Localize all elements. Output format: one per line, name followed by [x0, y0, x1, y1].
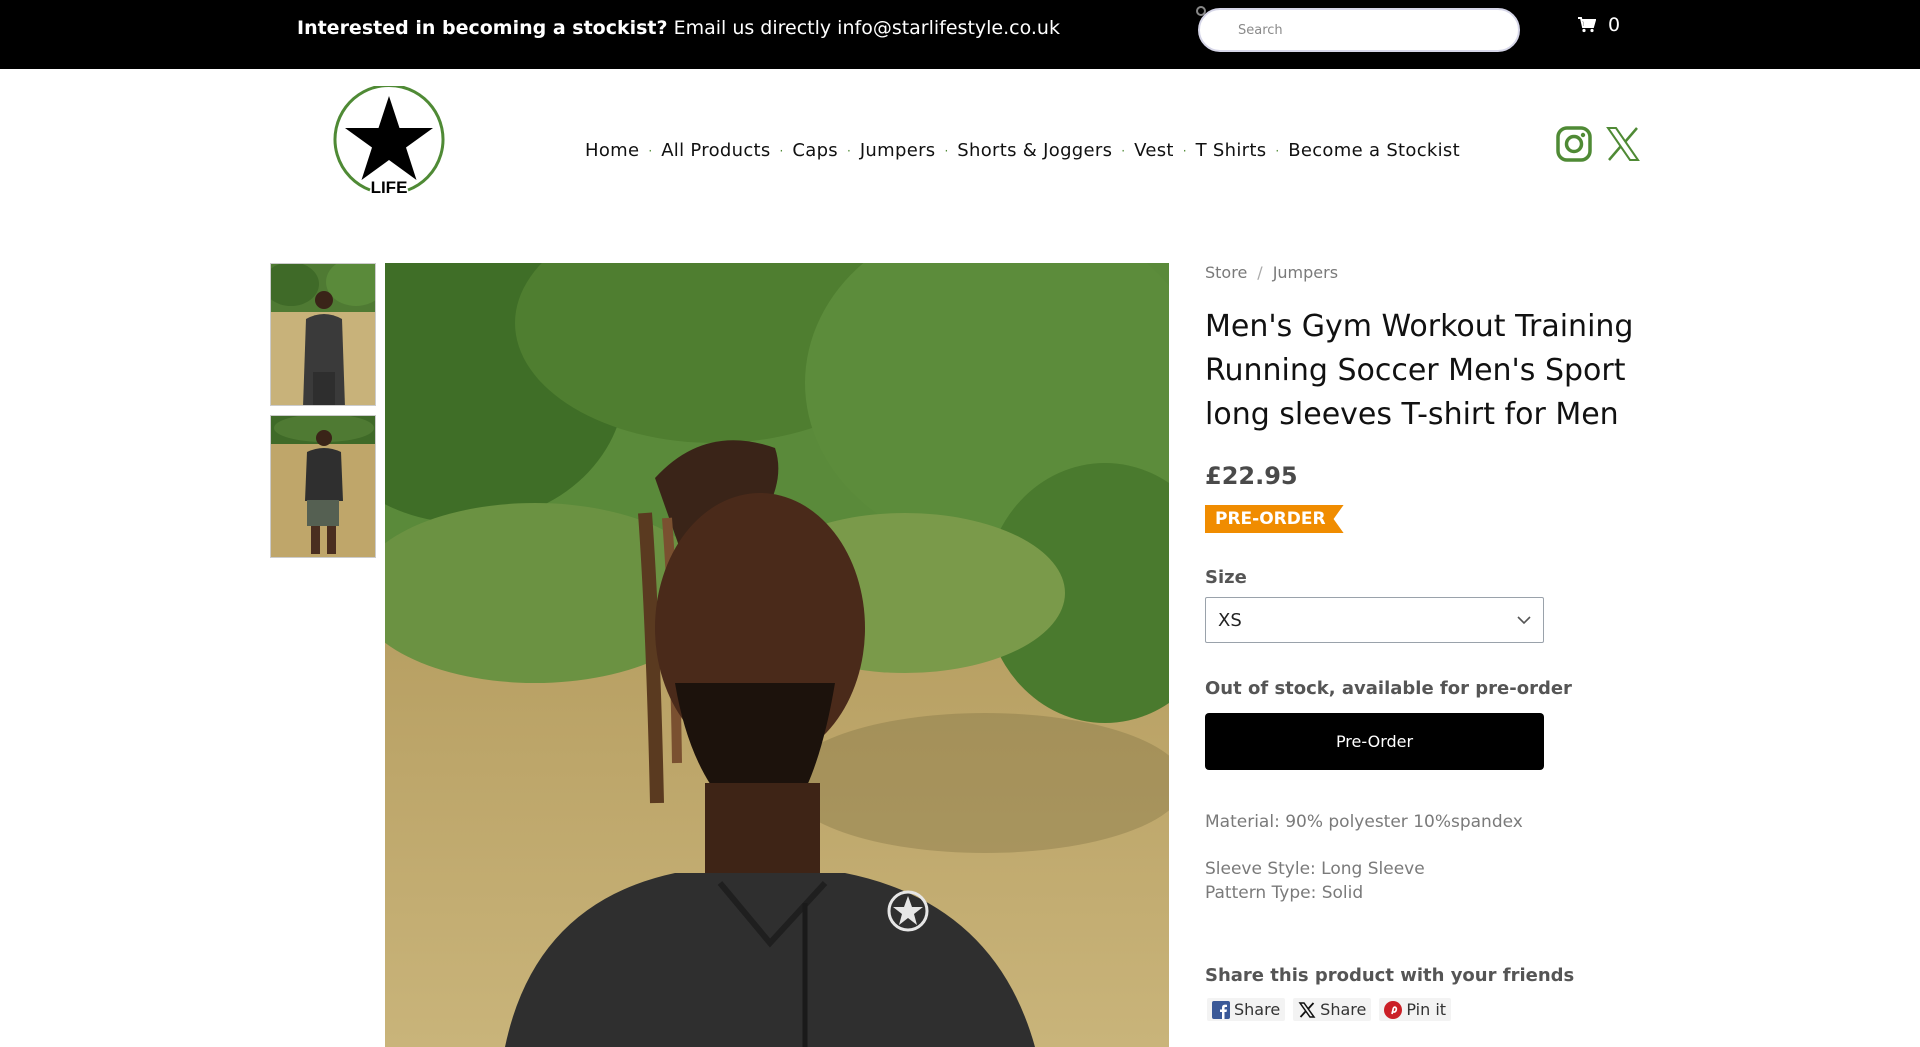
product-main-image[interactable] [385, 263, 1169, 1047]
x-twitter-icon[interactable] [1605, 125, 1641, 163]
product-title: Men's Gym Workout Training Running Socce… [1205, 309, 1634, 432]
nav-separator: · [846, 143, 851, 158]
announcement-bar: Interested in becoming a stockist? Email… [0, 0, 1920, 69]
cart-count: 0 [1608, 14, 1621, 36]
nav-separator: · [944, 143, 949, 158]
share-title: Share this product with your friends [1205, 965, 1575, 986]
search-box[interactable] [1196, 6, 1520, 52]
pinterest-icon [1384, 1000, 1403, 1019]
pre-order-button[interactable]: Pre-Order [1205, 713, 1544, 770]
nav-caps[interactable]: Caps [792, 140, 838, 161]
pinterest-share-label: Pin it [1406, 1000, 1447, 1019]
nav-jumpers[interactable]: Jumpers [860, 140, 936, 161]
product-photo [385, 263, 1169, 1047]
stockist-promo: Interested in becoming a stockist? Email… [297, 17, 1060, 39]
cart-icon [1578, 17, 1596, 33]
cart-button[interactable]: 0 [1578, 14, 1620, 36]
breadcrumb-store[interactable]: Store [1205, 263, 1247, 282]
social-links [1555, 125, 1641, 163]
size-selected-value: XS [1218, 609, 1242, 631]
search-input[interactable] [1200, 10, 1518, 50]
x-share-button[interactable]: Share [1293, 998, 1372, 1021]
nav-separator: · [1121, 143, 1126, 158]
pattern-type-text: Pattern Type: Solid [1205, 883, 1364, 903]
thumbnail-image [271, 416, 375, 557]
star-life-logo[interactable]: LIFE [332, 86, 446, 198]
x-icon [1298, 1001, 1316, 1018]
nav-home[interactable]: Home [585, 140, 639, 161]
pre-order-badge: PRE-ORDER [1205, 505, 1344, 533]
facebook-share-button[interactable]: Share [1207, 998, 1286, 1021]
x-share-label: Share [1320, 1000, 1367, 1019]
share-buttons: Share Share Pin it [1207, 998, 1452, 1021]
nav-shorts-joggers[interactable]: Shorts & Joggers [957, 140, 1112, 161]
promo-bold-text: Interested in becoming a stockist? [297, 17, 668, 39]
product-thumbnail-back[interactable] [270, 415, 376, 558]
logo-text: LIFE [371, 178, 408, 197]
nav-separator: · [1182, 143, 1187, 158]
pinterest-share-button[interactable]: Pin it [1379, 998, 1452, 1021]
promo-email-text[interactable]: Email us directly info@starlifestyle.co.… [668, 17, 1060, 39]
search-icon [1196, 6, 1206, 16]
nav-separator: · [779, 143, 784, 158]
material-text: Material: 90% polyester 10%spandex [1205, 812, 1523, 832]
nav-separator: · [1275, 143, 1280, 158]
main-nav: Home · All Products · Caps · Jumpers · S… [585, 140, 1460, 161]
nav-all-products[interactable]: All Products [661, 140, 770, 161]
product-price: £22.95 [1205, 462, 1298, 490]
product-thumbnail-front[interactable] [270, 263, 376, 406]
facebook-icon [1212, 1000, 1230, 1019]
breadcrumb-jumpers[interactable]: Jumpers [1273, 263, 1338, 282]
nav-separator: · [648, 143, 653, 158]
nav-vest[interactable]: Vest [1134, 140, 1174, 161]
breadcrumb: Store / Jumpers [1205, 263, 1338, 282]
stock-status: Out of stock, available for pre-order [1205, 678, 1572, 699]
size-label: Size [1205, 567, 1247, 588]
sleeve-style-text: Sleeve Style: Long Sleeve [1205, 859, 1425, 879]
thumbnail-image [271, 264, 375, 405]
chevron-down-icon [1517, 615, 1531, 624]
nav-become-stockist[interactable]: Become a Stockist [1288, 140, 1460, 161]
breadcrumb-separator: / [1257, 263, 1263, 282]
size-select[interactable]: XS [1205, 597, 1544, 643]
nav-t-shirts[interactable]: T Shirts [1196, 140, 1267, 161]
instagram-icon[interactable] [1555, 125, 1593, 163]
facebook-share-label: Share [1234, 1000, 1281, 1019]
